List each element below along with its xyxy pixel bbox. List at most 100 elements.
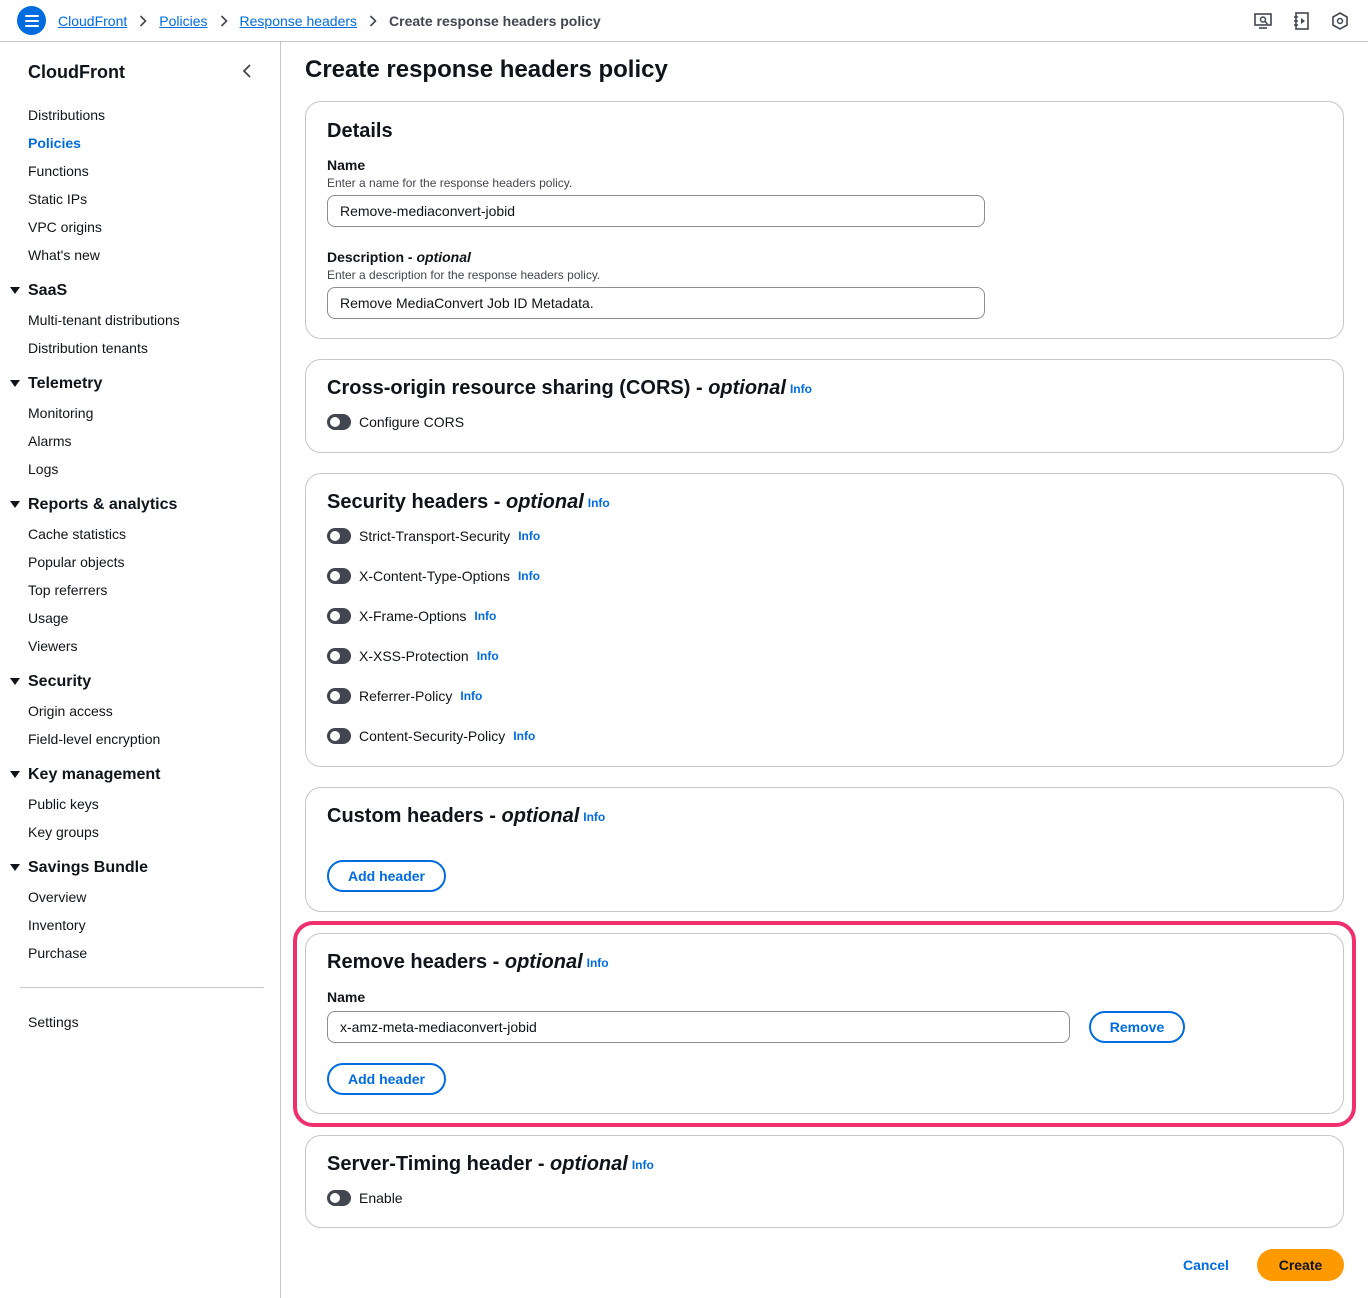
toggle-label: X-Frame-Options xyxy=(359,608,467,624)
side-navigation: CloudFront Distributions Policies Functi… xyxy=(0,42,281,1298)
sidebar-item-purchase[interactable]: Purchase xyxy=(28,945,87,961)
label-dash: - xyxy=(404,249,417,265)
settings-hexagon-icon[interactable] xyxy=(1332,12,1348,30)
sidebar-item-inventory[interactable]: Inventory xyxy=(28,917,86,933)
top-utility-icons xyxy=(1254,0,1348,42)
section-title: SaaS xyxy=(28,282,68,299)
sidebar-item-monitoring[interactable]: Monitoring xyxy=(28,405,93,421)
policy-description-input[interactable]: Remove MediaConvert Job ID Metadata. xyxy=(327,287,985,319)
strict-transport-security-toggle[interactable] xyxy=(327,528,351,544)
description-label-text: Description xyxy=(327,249,405,265)
sidebar-item-alarms[interactable]: Alarms xyxy=(28,433,72,449)
screen-search-icon[interactable] xyxy=(1254,12,1272,30)
menu-icon[interactable] xyxy=(17,6,46,35)
breadcrumb-cloudfront[interactable]: CloudFront xyxy=(58,13,127,29)
info-link[interactable]: Info xyxy=(632,1158,654,1172)
sidebar-item-origin-access[interactable]: Origin access xyxy=(28,703,113,719)
info-link[interactable]: Info xyxy=(583,810,605,824)
sidebar-item-viewers[interactable]: Viewers xyxy=(28,638,78,654)
content-security-policy-toggle[interactable] xyxy=(327,728,351,744)
create-button[interactable]: Create xyxy=(1257,1249,1344,1281)
name-label: Name xyxy=(327,157,366,173)
sidebar-title: CloudFront xyxy=(28,62,125,82)
sidebar-item-logs[interactable]: Logs xyxy=(28,461,58,477)
security-headers-heading: Security headers - optional Info xyxy=(327,491,610,514)
server-timing-enable-toggle[interactable] xyxy=(327,1190,351,1206)
caret-down-icon xyxy=(10,287,28,295)
sidebar-item-functions[interactable]: Functions xyxy=(28,163,89,179)
sidebar-item-cache-statistics[interactable]: Cache statistics xyxy=(28,526,126,542)
xcto-row: X-Content-Type-Options Info xyxy=(327,568,540,584)
sidebar-section-key-management[interactable]: Key management xyxy=(10,766,161,784)
csp-row: Content-Security-Policy Info xyxy=(327,728,535,744)
toggle-label: Referrer-Policy xyxy=(359,688,453,704)
info-link[interactable]: Info xyxy=(513,729,535,743)
sidebar-item-popular-objects[interactable]: Popular objects xyxy=(28,554,125,570)
sidebar-item-public-keys[interactable]: Public keys xyxy=(28,796,99,812)
section-title: Security xyxy=(28,673,92,690)
sidebar-divider xyxy=(20,987,264,988)
chevron-right-icon xyxy=(220,15,228,27)
info-link[interactable]: Info xyxy=(518,569,540,583)
info-link[interactable]: Info xyxy=(460,689,482,703)
sidebar-item-usage[interactable]: Usage xyxy=(28,610,68,626)
server-timing-container: Server-Timing header - optional Info Enab… xyxy=(305,1135,1344,1228)
cancel-button[interactable]: Cancel xyxy=(1183,1257,1229,1273)
x-content-type-options-toggle[interactable] xyxy=(327,568,351,584)
xxss-row: X-XSS-Protection Info xyxy=(327,648,499,664)
sidebar-section-saas[interactable]: SaaS xyxy=(10,282,67,300)
sidebar-item-overview[interactable]: Overview xyxy=(28,889,86,905)
breadcrumb-response-headers[interactable]: Response headers xyxy=(240,13,358,29)
sidebar-section-telemetry[interactable]: Telemetry xyxy=(10,375,102,393)
sidebar-item-top-referrers[interactable]: Top referrers xyxy=(28,582,107,598)
info-link[interactable]: Info xyxy=(518,529,540,543)
x-frame-options-toggle[interactable] xyxy=(327,608,351,624)
sidebar-section-savings-bundle[interactable]: Savings Bundle xyxy=(10,859,148,877)
sidebar-item-whats-new[interactable]: What's new xyxy=(28,247,100,263)
sidebar-item-static-ips[interactable]: Static IPs xyxy=(28,191,87,207)
breadcrumb-policies[interactable]: Policies xyxy=(159,13,207,29)
info-link[interactable]: Info xyxy=(474,609,496,623)
caret-down-icon xyxy=(10,771,28,779)
sidebar-item-settings[interactable]: Settings xyxy=(28,1014,79,1030)
sidebar-section-reports-analytics[interactable]: Reports & analytics xyxy=(10,496,177,514)
sidebar-item-field-level-encryption[interactable]: Field-level encryption xyxy=(28,731,160,747)
info-link[interactable]: Info xyxy=(588,496,610,510)
caret-down-icon xyxy=(10,864,28,872)
x-xss-protection-toggle[interactable] xyxy=(327,648,351,664)
custom-add-header-button[interactable]: Add header xyxy=(327,860,446,892)
breadcrumb-current: Create response headers policy xyxy=(389,13,601,29)
chevron-right-icon xyxy=(139,15,147,27)
section-title: Savings Bundle xyxy=(28,859,149,876)
toggle-label: X-Content-Type-Options xyxy=(359,568,510,584)
toggle-label: Configure CORS xyxy=(359,414,465,430)
info-link[interactable]: Info xyxy=(477,649,499,663)
notes-icon[interactable] xyxy=(1294,12,1310,30)
referrer-policy-toggle[interactable] xyxy=(327,688,351,704)
info-link[interactable]: Info xyxy=(790,382,812,396)
configure-cors-row: Configure CORS xyxy=(327,414,464,430)
sidebar-section-security[interactable]: Security xyxy=(10,673,91,691)
heading-text: Cross-origin resource sharing (CORS) xyxy=(327,377,691,399)
heading-dash: - xyxy=(488,491,506,513)
toggle-label: X-XSS-Protection xyxy=(359,648,469,664)
sidebar-item-distributions[interactable]: Distributions xyxy=(28,107,105,123)
sidebar-item-policies[interactable]: Policies xyxy=(28,135,81,151)
top-navigation-bar: CloudFront Policies Response headers Cre… xyxy=(0,0,1368,42)
optional-tag: optional xyxy=(505,491,584,513)
configure-cors-toggle[interactable] xyxy=(327,414,351,430)
sidebar-item-key-groups[interactable]: Key groups xyxy=(28,824,99,840)
toggle-label: Enable xyxy=(359,1190,403,1206)
caret-down-icon xyxy=(10,678,28,686)
heading-dash: - xyxy=(532,1153,551,1175)
caret-down-icon xyxy=(10,380,28,388)
collapse-sidebar-icon[interactable] xyxy=(242,64,252,78)
sidebar-item-distribution-tenants[interactable]: Distribution tenants xyxy=(28,340,148,356)
details-heading: Details xyxy=(327,120,393,142)
policy-name-input[interactable]: Remove-mediaconvert-jobid xyxy=(327,195,985,227)
heading-dash: - xyxy=(483,805,502,827)
description-label: Description - optional xyxy=(327,249,471,265)
sidebar-item-multi-tenant-distributions[interactable]: Multi-tenant distributions xyxy=(28,312,180,328)
xfo-row: X-Frame-Options Info xyxy=(327,608,496,624)
sidebar-item-vpc-origins[interactable]: VPC origins xyxy=(28,219,102,235)
